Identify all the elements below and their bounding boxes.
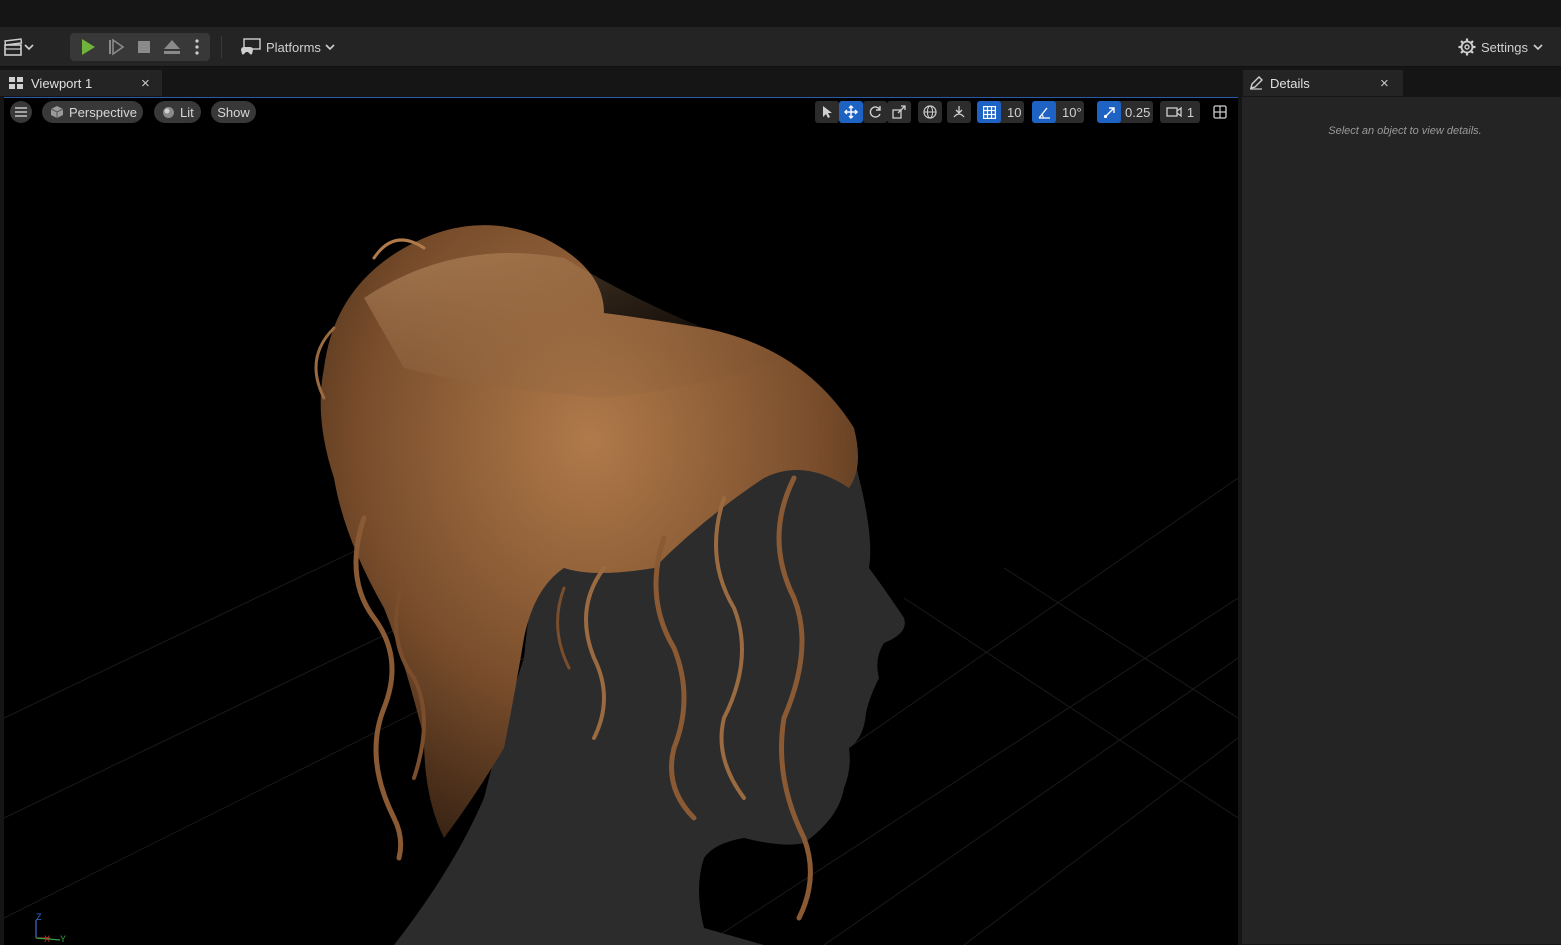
perspective-label: Perspective [69, 104, 137, 120]
scale-mode-button[interactable] [887, 101, 911, 123]
title-bar [0, 0, 1561, 27]
stop-button[interactable] [132, 36, 156, 58]
scale-icon [892, 105, 906, 119]
axis-x-label: X [44, 934, 51, 944]
globe-icon [923, 105, 937, 119]
settings-button[interactable]: Settings [1458, 35, 1543, 59]
surface-snap-button[interactable] [947, 101, 971, 123]
close-icon[interactable]: × [141, 75, 150, 92]
details-empty-hint: Select an object to view details. [1328, 125, 1482, 137]
axis-y-label: Y [60, 934, 67, 944]
cube-icon [50, 106, 64, 118]
kebab-menu-icon [195, 39, 199, 55]
select-mode-button[interactable] [815, 101, 839, 123]
pencil-icon [1250, 76, 1263, 90]
tab-viewport-1[interactable]: Viewport 1 × [0, 70, 162, 96]
create-menu-button[interactable] [0, 36, 38, 58]
grid-icon [982, 105, 996, 119]
settings-label: Settings [1481, 39, 1528, 55]
rotate-mode-button[interactable] [863, 101, 887, 123]
platforms-button[interactable]: Platforms [240, 35, 335, 59]
perspective-button[interactable]: Perspective [42, 101, 143, 123]
layout-grid-icon [1213, 105, 1227, 119]
clapboard-icon [4, 38, 23, 56]
tab-viewport-label: Viewport 1 [31, 75, 93, 91]
close-icon[interactable]: × [1380, 75, 1389, 92]
details-panel [1242, 97, 1561, 944]
move-arrows-icon [844, 105, 858, 119]
main-toolbar [0, 27, 1561, 67]
lit-sphere-icon [163, 106, 174, 118]
show-label: Show [217, 104, 250, 120]
scale-snap-control[interactable]: 0.25 [1097, 101, 1153, 123]
hamburger-icon [15, 107, 27, 117]
play-button[interactable] [76, 36, 100, 58]
world-local-toggle[interactable] [918, 101, 942, 123]
grid-snap-control[interactable]: 10 [977, 101, 1024, 123]
scale-snap-icon [1103, 106, 1115, 118]
angle-icon [1037, 107, 1050, 119]
eject-icon [164, 40, 180, 54]
toolbar-divider [221, 36, 222, 58]
translate-mode-button[interactable] [839, 101, 863, 123]
stop-icon [138, 41, 150, 53]
surface-snap-icon [953, 106, 965, 118]
rotate-icon [869, 106, 881, 118]
gamepad-icon [241, 38, 261, 55]
advance-frame-icon [109, 38, 125, 56]
gear-icon [1458, 38, 1476, 56]
viewport-scene [4, 225, 1238, 945]
chevron-down-icon [1533, 44, 1543, 51]
show-button[interactable]: Show [211, 101, 256, 123]
eject-button[interactable] [160, 36, 184, 58]
rotation-snap-value: 10° [1062, 104, 1082, 120]
play-controls [70, 33, 210, 61]
lit-label: Lit [180, 104, 194, 120]
tab-details[interactable]: Details × [1243, 70, 1403, 96]
cursor-arrow-icon [823, 106, 832, 118]
grid-snap-toggle[interactable] [977, 101, 1001, 123]
rotation-snap-control[interactable]: 10° [1032, 101, 1084, 123]
viewport-icon [9, 77, 23, 89]
play-icon [82, 39, 95, 55]
tab-details-label: Details [1270, 75, 1310, 91]
level-viewport[interactable]: Z X Y [4, 97, 1238, 945]
grid-snap-value: 10 [1007, 104, 1022, 120]
viewport-layout-button[interactable] [1209, 101, 1231, 123]
platforms-label: Platforms [266, 39, 321, 55]
camera-speed-value: 1 [1186, 104, 1195, 120]
advance-frame-button[interactable] [104, 36, 128, 58]
lit-button[interactable]: Lit [154, 101, 201, 123]
scale-snap-toggle[interactable] [1097, 101, 1121, 123]
axis-z-label: Z [36, 912, 42, 922]
rotation-snap-toggle[interactable] [1032, 101, 1056, 123]
chevron-down-icon [24, 44, 34, 51]
viewport-menu-button[interactable] [10, 101, 32, 123]
play-options-button[interactable] [188, 36, 206, 58]
chevron-down-icon [325, 44, 335, 51]
scale-snap-value: 0.25 [1125, 104, 1151, 120]
camera-speed-control[interactable]: 1 [1160, 101, 1200, 123]
camera-icon [1166, 106, 1182, 118]
